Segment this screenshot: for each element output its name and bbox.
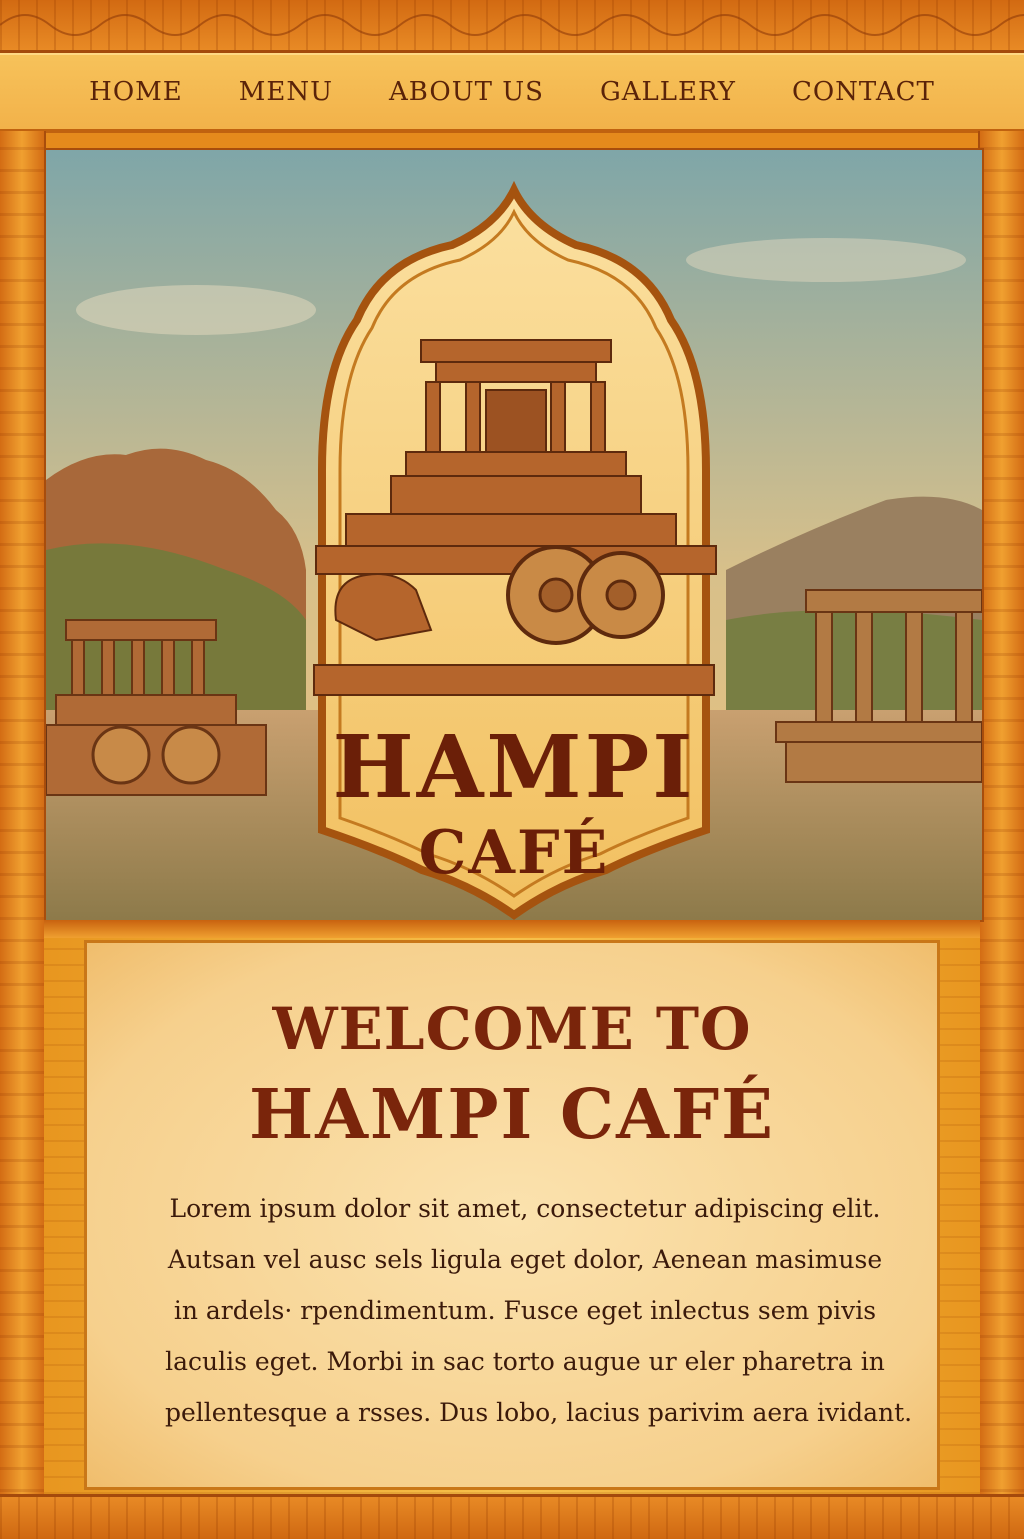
- paragraph-line: Autsan vel ausc sels ligula eget dolor, …: [167, 1245, 883, 1274]
- nav-menu[interactable]: MENU: [239, 77, 333, 107]
- top-ornamental-border: [0, 0, 1024, 53]
- welcome-paragraph: Lorem ipsum dolor sit amet, consectetur …: [165, 1183, 913, 1438]
- logo-subtitle: CAFÉ: [418, 818, 610, 888]
- welcome-heading-line1: WELCOME TO: [272, 995, 752, 1063]
- paragraph-line: in ardels· rpendimentum. Fusce eget inle…: [173, 1296, 877, 1325]
- scroll-pattern-icon: [0, 14, 1024, 36]
- left-ornamental-border: [0, 131, 46, 1536]
- right-ornamental-border: [978, 131, 1024, 1536]
- paragraph-line: laculis eget. Morbi in sac torto augue u…: [165, 1347, 885, 1376]
- logo-title: HAMPI: [332, 717, 696, 818]
- section-divider: [44, 920, 980, 938]
- nav-home[interactable]: HOME: [89, 77, 183, 107]
- bottom-ornamental-border: [0, 1494, 1024, 1539]
- paragraph-line: Lorem ipsum dolor sit amet, consectetur …: [169, 1194, 881, 1223]
- hero-banner: HAMPI CAFÉ: [44, 148, 984, 922]
- welcome-heading-line2: HAMPI CAFÉ: [249, 1075, 775, 1155]
- nav-contact[interactable]: CONTACT: [792, 77, 935, 107]
- welcome-panel: WELCOME TO HAMPI CAFÉ Lorem ipsum dolor …: [84, 940, 940, 1490]
- paragraph-line: pellentesque a rsses. Dus lobo, lacius p…: [165, 1398, 913, 1427]
- nav-gallery[interactable]: GALLERY: [600, 77, 736, 107]
- main-navigation: HOME MENU ABOUT US GALLERY CONTACT: [0, 53, 1024, 133]
- nav-about-us[interactable]: ABOUT US: [389, 77, 544, 107]
